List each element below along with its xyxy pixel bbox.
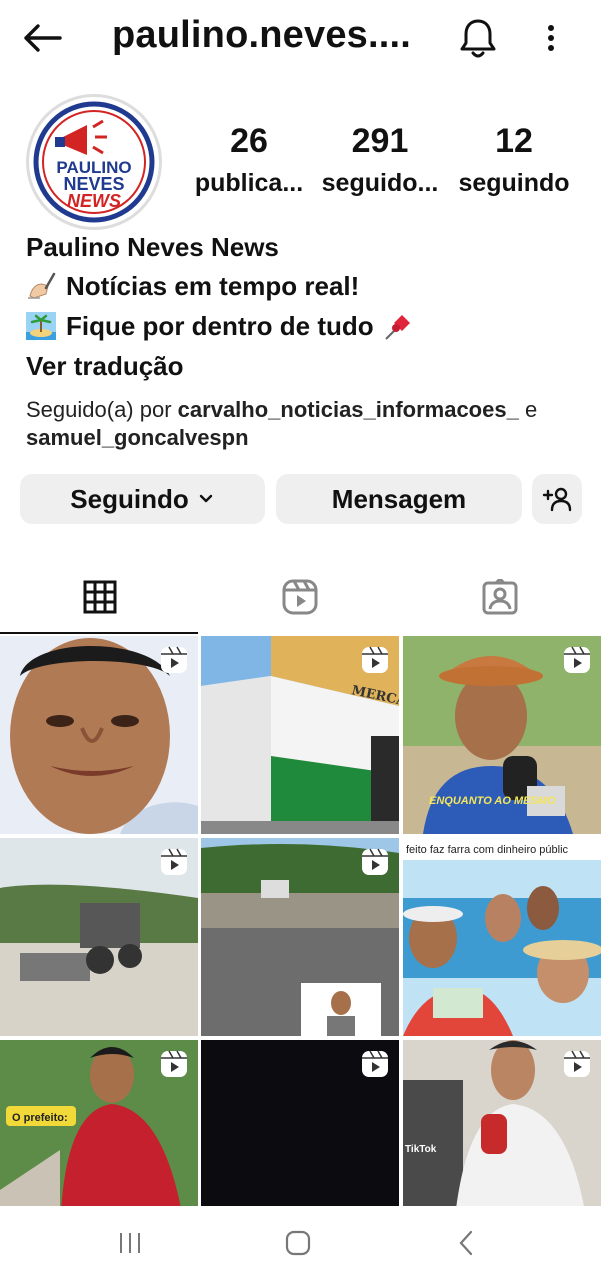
top-bar: paulino.neves.... — [0, 0, 601, 80]
followed-by-user-2[interactable]: samuel_goncalvespn — [26, 425, 249, 450]
add-user-icon — [542, 487, 572, 512]
posts-count[interactable]: 26 publica... — [190, 122, 308, 198]
following-count-label: seguindo — [458, 169, 570, 197]
more-vertical-icon — [548, 25, 554, 51]
message-button-label: Mensagem — [331, 483, 467, 514]
followed-by-and: e — [524, 397, 538, 422]
post-thumbnail-3[interactable]: ENQUANTO AO MESMO — [403, 636, 601, 834]
followed-by-prefix: Seguido(a) por — [26, 397, 172, 422]
tab-posts-grid[interactable] — [0, 560, 200, 634]
bio-line-1: Notícias em tempo real! — [26, 266, 586, 306]
posts-grid: MERCADO ENQUANTO AO MESMO feito faz farr… — [0, 636, 601, 1238]
more-options-button[interactable] — [538, 18, 564, 58]
island-emoji — [26, 312, 56, 340]
reel-indicator-icon — [362, 646, 388, 673]
grid-icon — [83, 580, 117, 614]
back-chevron-icon — [459, 1230, 473, 1256]
reel-indicator-icon — [362, 848, 388, 875]
posts-count-label: publica... — [194, 169, 304, 197]
reels-icon — [282, 579, 318, 615]
logo-text-news: NEWS — [67, 191, 121, 211]
followed-by-text[interactable]: Seguido(a) por carvalho_noticias_informa… — [26, 396, 586, 452]
profile-actions: Seguindo Mensagem — [20, 474, 590, 524]
paulino-neves-news-logo: PAULINO NEVES NEWS — [32, 100, 156, 224]
post-thumbnail-6[interactable]: feito faz farra com dinheiro públic — [403, 838, 601, 1036]
writing-hand-emoji — [28, 272, 56, 299]
recent-apps-icon — [120, 1233, 140, 1253]
post-6-caption: feito faz farra com dinheiro públic — [406, 844, 569, 856]
system-back-button[interactable] — [446, 1228, 486, 1258]
pushpin-emoji — [384, 315, 410, 340]
following-count[interactable]: 12 seguindo — [452, 122, 576, 198]
bio-line-2: Fique por dentro de tudo — [26, 306, 586, 346]
following-button[interactable]: Seguindo — [20, 474, 265, 524]
profile-avatar[interactable]: PAULINO NEVES NEWS — [26, 94, 162, 230]
followers-count-value: 291 — [351, 122, 409, 160]
profile-username: paulino.neves.... — [112, 14, 412, 56]
post-9-caption: TikTok — [405, 1144, 437, 1155]
following-button-label: Seguindo — [70, 483, 189, 514]
followers-count-label: seguido... — [321, 169, 439, 197]
followed-by-user-1[interactable]: carvalho_noticias_informacoes_ — [178, 397, 519, 422]
tagged-icon — [482, 579, 518, 615]
followers-count[interactable]: 291 seguido... — [318, 122, 442, 198]
notifications-button[interactable] — [458, 16, 498, 60]
following-count-value: 12 — [495, 122, 533, 160]
profile-stats: 26 publica... 291 seguido... 12 seguindo — [190, 122, 590, 212]
post-6-image: feito faz farra com dinheiro públic — [403, 838, 601, 1036]
profile-display-name: Paulino Neves News — [26, 232, 279, 262]
home-button[interactable] — [278, 1228, 318, 1258]
chevron-down-icon — [199, 494, 212, 503]
reel-indicator-icon — [161, 848, 187, 875]
post-3-caption: ENQUANTO AO MESMO — [429, 795, 556, 807]
post-7-caption: O prefeito: — [12, 1112, 68, 1124]
profile-tabs — [0, 560, 601, 634]
home-icon — [285, 1230, 311, 1256]
bell-icon — [460, 19, 496, 58]
posts-count-value: 26 — [230, 122, 268, 160]
bio-line-1-text: Notícias em tempo real! — [66, 271, 360, 301]
post-thumbnail-4[interactable] — [0, 838, 198, 1036]
reel-indicator-icon — [161, 646, 187, 673]
message-button[interactable]: Mensagem — [276, 474, 522, 524]
post-thumbnail-5[interactable] — [201, 838, 399, 1036]
suggested-users-button[interactable] — [532, 474, 582, 524]
system-navigation-bar — [0, 1206, 601, 1280]
back-button[interactable] — [22, 18, 66, 58]
post-thumbnail-1[interactable] — [0, 636, 198, 834]
reel-indicator-icon — [564, 646, 590, 673]
profile-bio: Paulino Neves News Notícias em tempo rea… — [26, 232, 586, 386]
tab-tagged[interactable] — [400, 560, 600, 634]
see-translation-link[interactable]: Ver tradução — [26, 346, 586, 386]
recent-apps-button[interactable] — [110, 1228, 150, 1258]
bio-line-2-text: Fique por dentro de tudo — [66, 311, 374, 341]
tab-reels[interactable] — [200, 560, 400, 634]
reel-indicator-icon — [362, 1050, 388, 1077]
arrow-left-icon — [24, 24, 62, 52]
reel-indicator-icon — [564, 1050, 590, 1077]
active-tab-indicator — [0, 632, 198, 634]
post-thumbnail-2[interactable]: MERCADO — [201, 636, 399, 834]
reel-indicator-icon — [161, 1050, 187, 1077]
